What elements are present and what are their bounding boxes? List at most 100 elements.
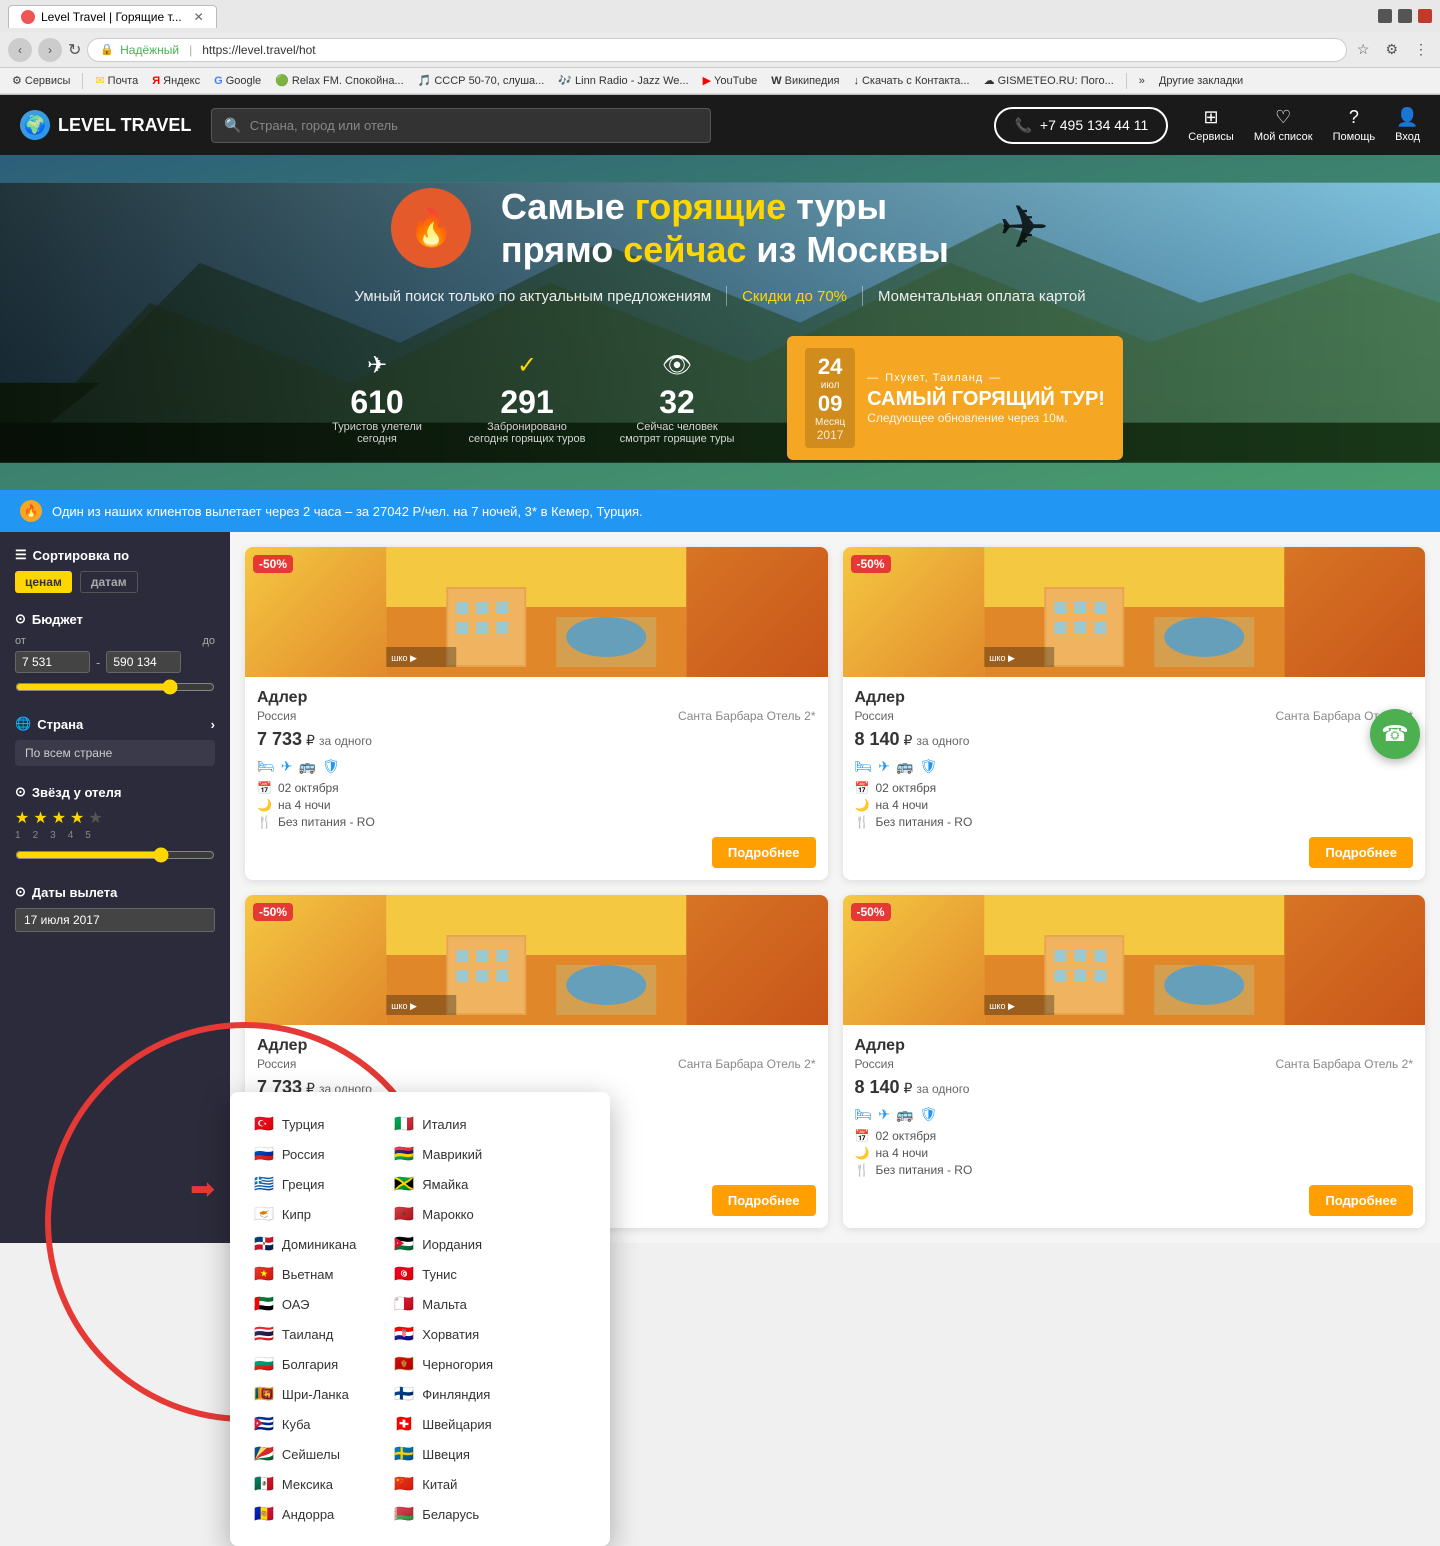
services-nav-item[interactable]: ⊞ Сервисы bbox=[1188, 107, 1234, 143]
help-nav-item[interactable]: ? Помощь bbox=[1333, 107, 1376, 143]
country-item[interactable]: 🇧🇬Болгария bbox=[250, 1352, 360, 1376]
country-item[interactable]: 🇮🇹Италия bbox=[390, 1112, 497, 1136]
wishlist-nav-item[interactable]: ♡ Мой список bbox=[1254, 107, 1313, 143]
minimize-button[interactable] bbox=[1378, 9, 1392, 23]
details-button[interactable]: Подробнее bbox=[712, 837, 816, 868]
country-item[interactable]: 🇨🇾Кипр bbox=[250, 1202, 360, 1226]
bed-icon: 🛏 bbox=[257, 758, 275, 775]
country-item[interactable]: 🇹🇷Турция bbox=[250, 1112, 360, 1136]
country-item[interactable]: 🇲🇹Мальта bbox=[390, 1292, 497, 1316]
bookmark-relax[interactable]: 🟢 Relax FM. Спокойна... bbox=[271, 72, 407, 89]
card-city: Адлер bbox=[257, 689, 816, 707]
stars-slider[interactable] bbox=[15, 847, 215, 863]
country-name: Хорватия bbox=[422, 1327, 479, 1342]
bookmark-linn[interactable]: 🎶 Linn Radio - Jazz We... bbox=[554, 72, 692, 89]
sort-by-price-button[interactable]: ценам bbox=[15, 571, 72, 593]
details-button[interactable]: Подробнее bbox=[712, 1185, 816, 1216]
star-5[interactable]: ★ bbox=[88, 808, 102, 828]
details-button[interactable]: Подробнее bbox=[1309, 837, 1413, 868]
bookmark-services[interactable]: ⚙ Сервисы bbox=[8, 72, 74, 89]
details-button[interactable]: Подробнее bbox=[1309, 1185, 1413, 1216]
bookmark-vk[interactable]: ↓ Скачать с Контакта... bbox=[849, 73, 973, 89]
country-item[interactable]: 🇨🇭Швейцария bbox=[390, 1412, 497, 1436]
close-button[interactable] bbox=[1418, 9, 1432, 23]
url-display[interactable]: https://level.travel/hot bbox=[202, 43, 315, 57]
country-item[interactable]: 🇩🇴Доминикана bbox=[250, 1232, 360, 1256]
star-1[interactable]: ★ bbox=[15, 808, 29, 828]
country-item[interactable]: 🇲🇪Черногория bbox=[390, 1352, 497, 1376]
tab-close-button[interactable]: ✕ bbox=[194, 10, 204, 24]
country-item[interactable]: 🇦🇪ОАЭ bbox=[250, 1292, 360, 1316]
country-display[interactable]: По всем стране bbox=[15, 740, 215, 766]
card-country: Россия bbox=[257, 1057, 296, 1071]
dates-input[interactable] bbox=[15, 908, 215, 932]
star-4[interactable]: ★ bbox=[70, 808, 84, 828]
country-item[interactable]: 🇸🇨Сейшелы bbox=[250, 1442, 360, 1466]
card-price: 7 733 ₽ за одного bbox=[257, 729, 816, 750]
hero-title-line2: прямо сейчас из Москвы bbox=[501, 228, 949, 271]
menu-button[interactable]: ⋮ bbox=[1410, 39, 1432, 60]
country-item[interactable]: 🇨🇳Китай bbox=[390, 1472, 497, 1496]
star-3[interactable]: ★ bbox=[52, 808, 66, 828]
browser-title-bar: Level Travel | Горящие т... ✕ bbox=[0, 0, 1440, 32]
country-item[interactable]: 🇹🇭Таиланд bbox=[250, 1322, 360, 1346]
card-hotel: Санта Барбара Отель 2* bbox=[678, 1057, 816, 1071]
pipe-separator: | bbox=[189, 43, 192, 57]
bookmark-other[interactable]: Другие закладки bbox=[1155, 73, 1247, 89]
country-item[interactable]: 🇧🇾Беларусь bbox=[390, 1502, 497, 1526]
maximize-button[interactable] bbox=[1398, 9, 1412, 23]
budget-to-input[interactable] bbox=[106, 651, 181, 673]
country-item[interactable]: 🇦🇩Андорра bbox=[250, 1502, 360, 1526]
star-2[interactable]: ★ bbox=[33, 808, 47, 828]
country-item[interactable]: 🇹🇳Тунис bbox=[390, 1262, 497, 1286]
bookmark-google[interactable]: G Google bbox=[210, 73, 265, 89]
budget-from-input[interactable] bbox=[15, 651, 90, 673]
bookmark-more[interactable]: » bbox=[1135, 73, 1149, 89]
bookmark-cccp[interactable]: 🎵 СССР 50-70, слуша... bbox=[414, 72, 549, 89]
card-image-inner: шко ▶ bbox=[245, 895, 828, 1025]
budget-slider[interactable] bbox=[15, 679, 215, 695]
extensions-button[interactable]: ⚙ bbox=[1381, 39, 1402, 60]
budget-separator: - bbox=[96, 655, 100, 670]
country-item[interactable]: 🇲🇺Маврикий bbox=[390, 1142, 497, 1166]
browser-tab[interactable]: Level Travel | Горящие т... ✕ bbox=[8, 5, 217, 28]
bookmark-yandex[interactable]: Я Яндекс bbox=[148, 73, 204, 89]
country-item[interactable]: 🇱🇰Шри-Ланка bbox=[250, 1382, 360, 1406]
country-item[interactable]: 🇭🇷Хорватия bbox=[390, 1322, 497, 1346]
country-item[interactable]: 🇲🇦Марокко bbox=[390, 1202, 497, 1226]
sort-by-date-button[interactable]: датам bbox=[80, 571, 138, 593]
country-item[interactable]: 🇫🇮Финляндия bbox=[390, 1382, 497, 1406]
country-item[interactable]: 🇻🇳Вьетнам bbox=[250, 1262, 360, 1286]
country-item[interactable]: 🇬🇷Греция bbox=[250, 1172, 360, 1196]
search-bar[interactable]: 🔍 Страна, город или отель bbox=[211, 108, 711, 143]
country-item[interactable]: 🇸🇪Швеция bbox=[390, 1442, 497, 1466]
login-nav-item[interactable]: 👤 Вход bbox=[1395, 107, 1420, 143]
bookmark-mail[interactable]: ✉ Почта bbox=[91, 72, 142, 89]
hero-subtitle: Умный поиск только по актуальным предлож… bbox=[354, 286, 1085, 306]
card-country: Россия bbox=[855, 1057, 894, 1071]
flame-icon: 🔥 bbox=[408, 207, 453, 249]
phone-button[interactable]: 📞 +7 495 134 44 11 bbox=[994, 107, 1168, 144]
bookmark-wikipedia[interactable]: W Википедия bbox=[767, 73, 843, 89]
country-item[interactable]: 🇨🇺Куба bbox=[250, 1412, 360, 1436]
back-button[interactable]: ‹ bbox=[8, 38, 32, 62]
scroll-fab-button[interactable]: ☎ bbox=[1370, 709, 1420, 759]
country-flag: 🇩🇴 bbox=[254, 1234, 274, 1254]
bookmark-youtube[interactable]: ▶ YouTube bbox=[699, 72, 762, 89]
country-item[interactable]: 🇷🇺Россия bbox=[250, 1142, 360, 1166]
address-bar[interactable]: 🔒 Надёжный | https://level.travel/hot bbox=[87, 38, 1346, 62]
browser-chrome: Level Travel | Горящие т... ✕ ‹ › ↻ 🔒 На… bbox=[0, 0, 1440, 95]
logo[interactable]: 🌍 LEVEL TRAVEL bbox=[20, 110, 191, 140]
card-food: Без питания - RO bbox=[875, 1163, 972, 1177]
forward-button[interactable]: › bbox=[38, 38, 62, 62]
country-item[interactable]: 🇯🇲Ямайка bbox=[390, 1172, 497, 1196]
country-item[interactable]: 🇯🇴Иордания bbox=[390, 1232, 497, 1256]
reload-button[interactable]: ↻ bbox=[68, 40, 81, 60]
card-footer: Подробнее bbox=[257, 837, 816, 868]
country-item[interactable]: 🇲🇽Мексика bbox=[250, 1472, 360, 1496]
svg-text:шко ▶: шко ▶ bbox=[989, 653, 1015, 663]
bus-icon: 🚌 bbox=[896, 758, 913, 775]
bookmark-button[interactable]: ☆ bbox=[1353, 39, 1374, 60]
bookmark-gismeteo[interactable]: ☁ GISMETEO.RU: Пого... bbox=[980, 72, 1118, 89]
header-right: 📞 +7 495 134 44 11 ⊞ Сервисы ♡ Мой списо… bbox=[994, 107, 1420, 144]
